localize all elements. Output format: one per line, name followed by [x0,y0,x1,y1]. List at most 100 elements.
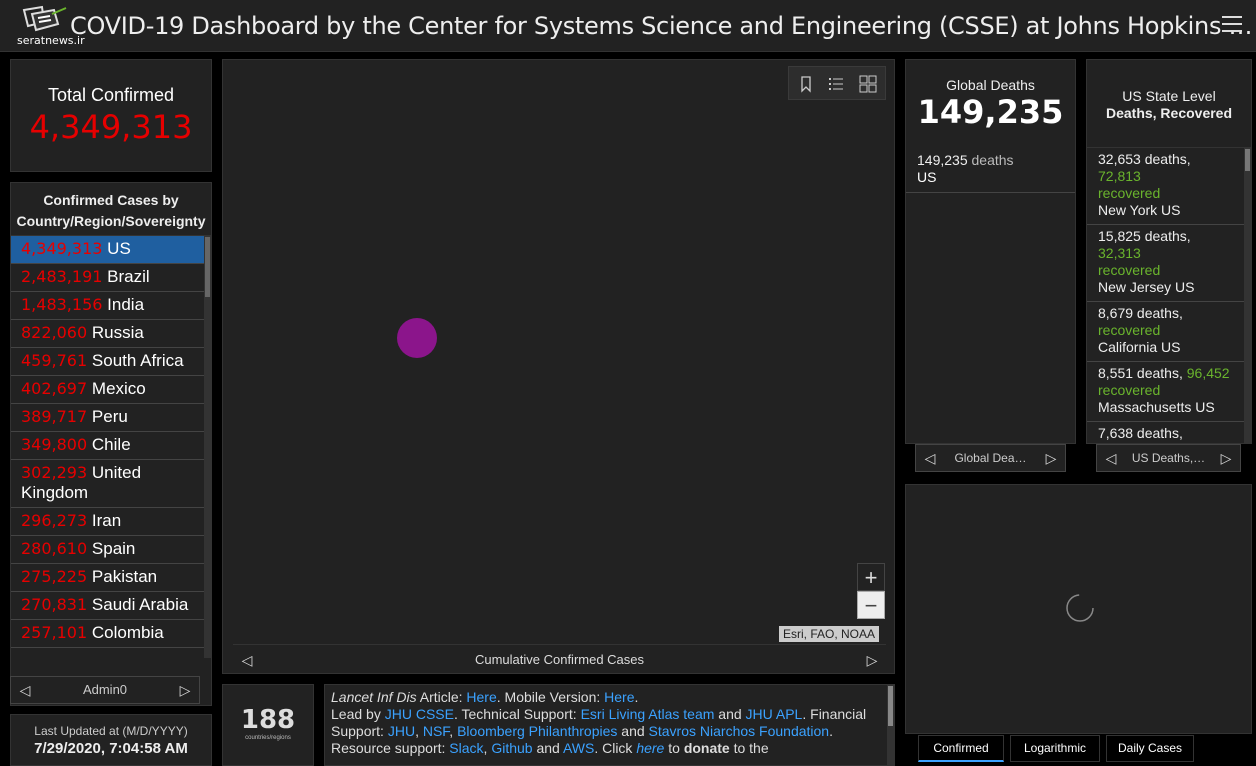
next-map-icon[interactable]: ▷ [860,645,884,675]
us-state-row[interactable]: 8,551 deaths, 96,452 recovered Massachuset… [1087,362,1245,422]
info-text-part: , [415,723,423,739]
tab-confirmed[interactable]: Confirmed [918,735,1004,762]
country-row[interactable]: 275,225 Pakistan [11,564,205,592]
next-page-icon[interactable]: ▷ [173,677,197,703]
country-list-scrollbar[interactable] [204,236,211,658]
info-text-part: Article: [416,689,467,705]
recovered-word: recovered [1098,185,1161,201]
country-list: 4,349,313 US 2,483,191 Brazil 1,483,156 In… [11,236,205,658]
country-count: 4,349,313 [21,239,103,258]
recovered-word: recovered [1098,262,1161,278]
global-deaths-row-country: US [917,169,937,185]
global-deaths-pager-label: Global Dea… [954,451,1027,465]
us-state-name: California US [1098,339,1181,355]
zoom-in-button[interactable]: + [857,563,885,591]
zoom-out-button[interactable]: − [857,591,885,619]
country-name: Iran [91,511,122,530]
country-row[interactable]: 1,483,156 India [11,292,205,320]
country-name: Brazil [107,267,150,286]
info-panel: Lancet Inf Dis Article: Here. Mobile Ver… [324,684,895,766]
info-journal: Lancet Inf Dis [331,689,417,705]
country-row[interactable]: 822,060 Russia [11,320,205,348]
nsf-link[interactable]: NSF [423,723,449,739]
us-state-pager-label: US Deaths,… [1131,451,1206,465]
tab-logarithmic[interactable]: Logarithmic [1010,735,1100,762]
country-list-pager: ◁ Admin0 ▷ [10,676,200,704]
country-count: 389,717 [21,407,88,426]
us-state-panel: US State Level Deaths, Recovered 32,653 … [1086,59,1252,444]
country-count: 280,610 [21,539,88,558]
country-row[interactable]: 257,101 Colombia [11,620,205,648]
donate-link[interactable]: here [636,740,664,756]
us-state-deaths: 8,551 [1098,365,1134,381]
us-case-marker[interactable] [397,318,437,358]
last-updated-panel: Last Updated at (M/D/YYYY) 7/29/2020, 7:… [10,714,212,766]
github-link[interactable]: Github [491,740,532,756]
map-view[interactable]: + − Esri, FAO, NOAA ◁ Cumulative Confirm… [222,59,895,674]
country-name: Chile [91,435,131,454]
deaths-word: deaths [1133,425,1179,441]
country-count: 1,483,156 [21,295,103,314]
loading-spinner-icon [1066,594,1094,622]
last-updated-label: Last Updated at (M/D/YYYY) [34,724,188,738]
prev-deaths-icon[interactable]: ◁ [918,445,942,471]
jhu-apl-link[interactable]: JHU APL [746,706,803,722]
article-link[interactable]: Here [466,689,496,705]
mobile-version-link[interactable]: Here [604,689,634,705]
country-row[interactable]: 280,610 Spain [11,536,205,564]
country-list-panel: Confirmed Cases by Country/Region/Sovere… [10,182,212,706]
deaths-word: deaths [1140,151,1187,167]
map-pager-label: Cumulative Confirmed Cases [474,652,645,667]
next-us-icon[interactable]: ▷ [1214,445,1238,471]
country-row[interactable]: 2,483,191 Brazil [11,264,205,292]
country-row[interactable]: 296,273 Iran [11,508,205,536]
country-count: 349,800 [21,435,88,454]
hamburger-menu-icon[interactable] [1222,16,1242,34]
bookmark-icon[interactable] [797,75,815,93]
prev-us-icon[interactable]: ◁ [1099,445,1123,471]
recovered-word: recovered [1098,322,1161,338]
next-deaths-icon[interactable]: ▷ [1039,445,1063,471]
info-scrollbar[interactable] [887,685,894,765]
us-state-name: Massachusetts US [1098,399,1215,415]
country-pager-label: Admin0 [82,682,128,697]
country-row[interactable]: 389,717 Peru [11,404,205,432]
us-state-list: 32,653 deaths, 72,813 recovered New York U… [1087,148,1245,443]
country-name: Peru [91,407,128,426]
recovered-word: recovered [1098,382,1161,398]
prev-map-icon[interactable]: ◁ [235,645,259,675]
country-name: Russia [91,323,144,342]
tab-daily-cases[interactable]: Daily Cases [1106,735,1194,762]
jhu-csse-link[interactable]: JHU CSSE [385,706,454,722]
info-text-part: Lead by [331,706,385,722]
country-name: Colombia [91,623,164,642]
jhu-link[interactable]: JHU [388,723,415,739]
esri-link[interactable]: Esri Living Atlas team [581,706,715,722]
us-state-row[interactable]: 7,638 deaths,recovered [1087,422,1245,443]
country-row[interactable]: 4,349,313 US [11,236,205,264]
global-deaths-row[interactable]: 149,235 deaths US [906,148,1075,193]
country-row[interactable]: 402,697 Mexico [11,376,205,404]
country-row[interactable]: 270,831 Saudi Arabia [11,592,205,620]
prev-page-icon[interactable]: ◁ [13,677,37,703]
us-state-row[interactable]: 32,653 deaths, 72,813 recovered New York U… [1087,148,1245,225]
us-state-recovered: 96,452 [1186,365,1230,381]
stavros-link[interactable]: Stavros Niarchos Foundation [649,723,830,739]
us-state-row[interactable]: 15,825 deaths, 32,313 recovered New Jersey… [1087,225,1245,302]
zoom-controls: + − [857,563,885,619]
us-state-scrollbar[interactable] [1244,148,1251,443]
country-name: Spain [91,539,136,558]
us-state-deaths: 15,825 [1098,228,1141,244]
basemap-gallery-icon[interactable] [859,75,877,93]
country-row[interactable]: 349,800 Chile [11,432,205,460]
country-row[interactable]: 459,761 South Africa [11,348,205,376]
us-state-row[interactable]: 8,679 deaths, recovered California US [1087,302,1245,362]
legend-list-icon[interactable] [827,75,845,93]
map-attribution: Esri, FAO, NOAA [779,626,880,642]
country-row[interactable]: 302,293 United Kingdom [11,460,205,508]
slack-link[interactable]: Slack [449,740,483,756]
country-count: 402,697 [21,379,88,398]
bloomberg-link[interactable]: Bloomberg Philanthropies [457,723,617,739]
country-count: 296,273 [21,511,88,530]
aws-link[interactable]: AWS [563,740,594,756]
